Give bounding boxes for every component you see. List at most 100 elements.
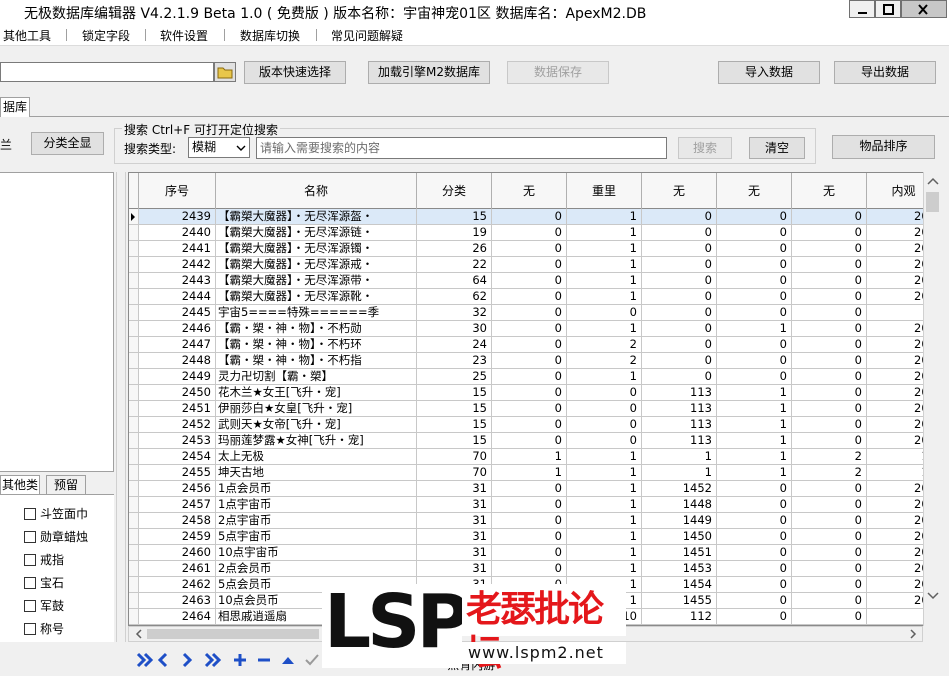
tab-reserved[interactable]: 预留 bbox=[46, 475, 86, 494]
table-cell[interactable]: 0 bbox=[642, 209, 717, 225]
menu-other-tools[interactable]: 其他工具 bbox=[3, 27, 51, 44]
column-header[interactable]: 分类 bbox=[417, 173, 492, 209]
table-cell[interactable]: 1 bbox=[492, 449, 567, 465]
table-cell[interactable]: 1 bbox=[567, 369, 642, 385]
table-row[interactable]: 2452武则天★女帝[飞升・宠]150011310203 bbox=[129, 417, 940, 433]
table-cell[interactable]: 0 bbox=[492, 289, 567, 305]
table-cell[interactable]: 70 bbox=[417, 465, 492, 481]
row-indicator[interactable] bbox=[129, 481, 139, 497]
table-cell[interactable]: 0 bbox=[792, 417, 867, 433]
table-cell[interactable]: 0 bbox=[717, 225, 792, 241]
table-cell[interactable]: 0 bbox=[792, 257, 867, 273]
checkbox[interactable] bbox=[24, 507, 36, 520]
export-data-button[interactable]: 导出数据 bbox=[834, 61, 936, 84]
table-cell[interactable]: 0 bbox=[792, 433, 867, 449]
table-cell[interactable]: 0 bbox=[642, 225, 717, 241]
import-data-button[interactable]: 导入数据 bbox=[718, 61, 820, 84]
table-cell[interactable]: 0 bbox=[492, 305, 567, 321]
show-all-categories-button[interactable]: 分类全显 bbox=[31, 132, 104, 155]
search-type-select[interactable]: 模糊 bbox=[188, 137, 250, 158]
table-cell[interactable]: 0 bbox=[642, 257, 717, 273]
table-cell[interactable]: 2457 bbox=[139, 497, 216, 513]
table-cell[interactable]: 15 bbox=[417, 433, 492, 449]
table-cell[interactable]: 31 bbox=[417, 545, 492, 561]
table-cell[interactable]: 23 bbox=[417, 353, 492, 369]
table-cell[interactable]: 2440 bbox=[139, 225, 216, 241]
table-cell[interactable]: 2450 bbox=[139, 385, 216, 401]
table-cell[interactable]: 1 bbox=[717, 465, 792, 481]
table-cell[interactable]: 2448 bbox=[139, 353, 216, 369]
row-indicator[interactable] bbox=[129, 561, 139, 577]
table-cell[interactable]: 0 bbox=[792, 545, 867, 561]
table-cell[interactable]: 【霸槊大魔器】・无尽浑源链・ bbox=[216, 225, 417, 241]
column-header[interactable]: 无 bbox=[642, 173, 717, 209]
table-cell[interactable]: 1 bbox=[567, 241, 642, 257]
table-cell[interactable]: 2442 bbox=[139, 257, 216, 273]
row-indicator[interactable] bbox=[129, 577, 139, 593]
row-indicator[interactable] bbox=[129, 305, 139, 321]
table-cell[interactable]: 1448 bbox=[642, 497, 717, 513]
table-cell[interactable]: 1 bbox=[567, 481, 642, 497]
table-cell[interactable]: 31 bbox=[417, 481, 492, 497]
table-cell[interactable]: 0 bbox=[492, 497, 567, 513]
save-data-button[interactable]: 数据保存 bbox=[507, 61, 609, 84]
table-cell[interactable]: 2点会员币 bbox=[216, 561, 417, 577]
table-cell[interactable]: 0 bbox=[792, 481, 867, 497]
table-cell[interactable]: 0 bbox=[717, 273, 792, 289]
table-cell[interactable]: 1452 bbox=[642, 481, 717, 497]
table-cell[interactable]: 0 bbox=[492, 241, 567, 257]
table-cell[interactable]: 2458 bbox=[139, 513, 216, 529]
table-cell[interactable]: 31 bbox=[417, 497, 492, 513]
table-cell[interactable]: 62 bbox=[417, 289, 492, 305]
table-cell[interactable]: 31 bbox=[417, 529, 492, 545]
table-cell[interactable]: 1449 bbox=[642, 513, 717, 529]
minimize-button[interactable] bbox=[849, 0, 875, 18]
table-cell[interactable]: 70 bbox=[417, 449, 492, 465]
item-sort-button[interactable]: 物品排序 bbox=[832, 135, 935, 159]
table-cell[interactable]: 113 bbox=[642, 433, 717, 449]
table-cell[interactable]: 1 bbox=[567, 225, 642, 241]
table-cell[interactable]: 0 bbox=[717, 209, 792, 225]
menu-lock-fields[interactable]: 锁定字段 bbox=[82, 27, 130, 44]
table-cell[interactable]: 0 bbox=[567, 401, 642, 417]
horizontal-scroll-thumb[interactable] bbox=[147, 629, 319, 639]
table-cell[interactable]: 0 bbox=[492, 433, 567, 449]
table-row[interactable]: 2448【霸・槊・神・物】・不朽指2302000203 bbox=[129, 353, 940, 369]
table-cell[interactable]: 1 bbox=[567, 273, 642, 289]
table-cell[interactable]: 0 bbox=[567, 385, 642, 401]
table-cell[interactable]: 0 bbox=[792, 513, 867, 529]
table-cell[interactable]: 0 bbox=[642, 353, 717, 369]
tab-other-category[interactable]: 其他类 bbox=[0, 475, 40, 494]
table-cell[interactable]: 0 bbox=[642, 321, 717, 337]
table-cell[interactable]: 0 bbox=[792, 593, 867, 609]
table-cell[interactable]: 2444 bbox=[139, 289, 216, 305]
row-indicator[interactable] bbox=[129, 401, 139, 417]
version-select-button[interactable]: 版本快速选择 bbox=[244, 61, 346, 84]
table-cell[interactable]: 【霸槊大魔器】・无尽浑源靴・ bbox=[216, 289, 417, 305]
table-cell[interactable]: 15 bbox=[417, 209, 492, 225]
table-row[interactable]: 2440【霸槊大魔器】・无尽浑源链・1901000203 bbox=[129, 225, 940, 241]
table-cell[interactable]: 0 bbox=[792, 225, 867, 241]
row-indicator[interactable] bbox=[129, 257, 139, 273]
row-indicator[interactable] bbox=[129, 209, 139, 225]
table-cell[interactable]: 24 bbox=[417, 337, 492, 353]
table-cell[interactable]: 0 bbox=[717, 337, 792, 353]
table-cell[interactable]: 武则天★女帝[飞升・宠] bbox=[216, 417, 417, 433]
table-cell[interactable]: 0 bbox=[717, 593, 792, 609]
row-indicator[interactable] bbox=[129, 609, 139, 625]
table-cell[interactable]: 【霸槊大魔器】・无尽浑源戒・ bbox=[216, 257, 417, 273]
table-cell[interactable]: 0 bbox=[492, 353, 567, 369]
table-cell[interactable]: 2446 bbox=[139, 321, 216, 337]
table-row[interactable]: 24571点宇宙币3101144800203 bbox=[129, 497, 940, 513]
table-cell[interactable]: 2441 bbox=[139, 241, 216, 257]
table-cell[interactable]: 0 bbox=[717, 577, 792, 593]
table-cell[interactable]: 0 bbox=[492, 561, 567, 577]
table-cell[interactable]: 0 bbox=[792, 273, 867, 289]
table-cell[interactable]: 2461 bbox=[139, 561, 216, 577]
table-cell[interactable]: 2439 bbox=[139, 209, 216, 225]
vertical-scroll-thumb[interactable] bbox=[926, 192, 939, 212]
table-cell[interactable]: 0 bbox=[792, 577, 867, 593]
row-indicator[interactable] bbox=[129, 321, 139, 337]
search-button[interactable]: 搜索 bbox=[678, 137, 732, 159]
row-indicator[interactable] bbox=[129, 289, 139, 305]
